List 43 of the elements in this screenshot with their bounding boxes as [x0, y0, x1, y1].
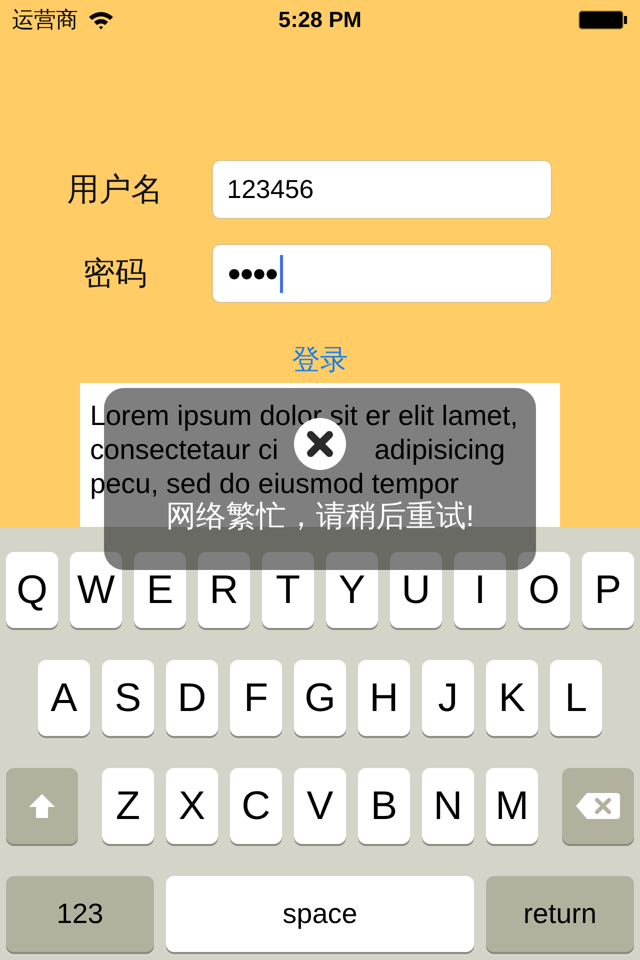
field-label: 用户名 [66, 170, 164, 208]
keyboard-key[interactable]: E [134, 552, 186, 628]
keyboard-key[interactable]: Q [6, 552, 58, 628]
text-line: adipisicing [374, 433, 506, 467]
keyboard-key[interactable]: H [358, 660, 410, 736]
return-key[interactable]: return [486, 876, 634, 952]
keyboard-key[interactable]: X [166, 768, 218, 844]
carrier-name: 运营商 [12, 6, 78, 34]
keyboard-key[interactable]: T [262, 552, 314, 628]
keyboard-key[interactable]: K [486, 660, 538, 736]
delete-key[interactable] [562, 768, 634, 844]
keyboard-key[interactable]: Z [102, 768, 154, 844]
shift-key[interactable] [6, 768, 78, 844]
wifi-icon [88, 10, 114, 30]
backspace-icon [575, 791, 621, 821]
keyboard-key[interactable]: Y [326, 552, 378, 628]
keyboard-key[interactable]: L [550, 660, 602, 736]
keyboard-key[interactable]: M [486, 768, 538, 844]
keyboard-key[interactable]: C [230, 768, 282, 844]
keyboard-key[interactable]: W [70, 552, 122, 628]
space-key[interactable]: space [166, 876, 474, 952]
status-time: 5:28 PM [278, 7, 362, 33]
keyboard-key[interactable]: N [422, 768, 474, 844]
toast-message: 网络繁忙，请稍后重试! [166, 499, 474, 535]
keyboard-key[interactable]: I [454, 552, 506, 628]
shift-arrow-icon [27, 791, 57, 821]
keyboard-key[interactable]: J [422, 660, 474, 736]
password-field[interactable]: ●●●● [212, 244, 552, 303]
keyboard-key[interactable]: P [582, 552, 634, 628]
field-label: 密码 [82, 254, 148, 292]
keyboard-key[interactable]: G [294, 660, 346, 736]
battery-icon [578, 10, 628, 30]
keyboard-key[interactable]: O [518, 552, 570, 628]
username-field[interactable]: 123456 [212, 160, 552, 219]
keyboard-key[interactable]: V [294, 768, 346, 844]
keyboard-key[interactable]: U [390, 552, 442, 628]
keyboard-key[interactable]: D [166, 660, 218, 736]
keyboard-key[interactable]: S [102, 660, 154, 736]
keyboard-key[interactable]: R [198, 552, 250, 628]
keyboard-key[interactable]: A [38, 660, 90, 736]
numbers-key[interactable]: 123 [6, 876, 154, 952]
keyboard-key[interactable]: F [230, 660, 282, 736]
keyboard-key[interactable]: B [358, 768, 410, 844]
